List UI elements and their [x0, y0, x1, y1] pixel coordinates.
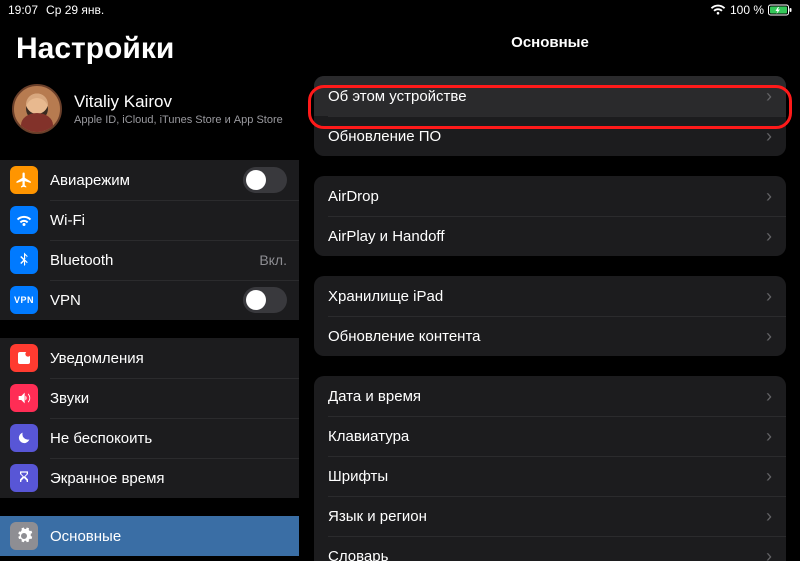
- screentime-label: Экранное время: [50, 470, 287, 487]
- moon-icon: [10, 424, 38, 452]
- sidebar-item-general[interactable]: Основные: [0, 516, 299, 556]
- row-background-refresh[interactable]: Обновление контента ›: [314, 316, 786, 356]
- keyboard-label: Клавиатура: [328, 428, 766, 445]
- airplane-toggle[interactable]: [243, 167, 287, 193]
- vpn-label: VPN: [50, 292, 231, 309]
- wifi-icon: [710, 4, 726, 16]
- airplane-label: Авиарежим: [50, 172, 231, 189]
- chevron-right-icon: ›: [766, 467, 772, 485]
- language-label: Язык и регион: [328, 508, 766, 525]
- chevron-right-icon: ›: [766, 87, 772, 105]
- chevron-right-icon: ›: [766, 127, 772, 145]
- general-label: Основные: [50, 528, 287, 545]
- sidebar-item-vpn[interactable]: VPN VPN: [0, 280, 299, 320]
- chevron-right-icon: ›: [766, 327, 772, 345]
- hourglass-icon: [10, 464, 38, 492]
- sidebar-item-notifications[interactable]: Уведомления: [0, 338, 299, 378]
- bluetooth-value: Вкл.: [259, 252, 287, 268]
- row-storage[interactable]: Хранилище iPad ›: [314, 276, 786, 316]
- apple-id-sub: Apple ID, iCloud, iTunes Store и App Sto…: [74, 114, 283, 126]
- status-date: Ср 29 янв.: [46, 3, 104, 17]
- row-keyboard[interactable]: Клавиатура ›: [314, 416, 786, 456]
- row-software-update[interactable]: Обновление ПО ›: [314, 116, 786, 156]
- apple-id-name: Vitaliy Kairov: [74, 92, 283, 112]
- bluetooth-label: Bluetooth: [50, 252, 247, 269]
- status-battery-percent: 100 %: [730, 3, 764, 17]
- bgrefresh-label: Обновление контента: [328, 328, 766, 345]
- row-airplay[interactable]: AirPlay и Handoff ›: [314, 216, 786, 256]
- chevron-right-icon: ›: [766, 187, 772, 205]
- sidebar-item-dnd[interactable]: Не беспокоить: [0, 418, 299, 458]
- row-about-device[interactable]: Об этом устройстве ›: [314, 76, 786, 116]
- bluetooth-icon: [10, 246, 38, 274]
- wifi-settings-icon: [10, 206, 38, 234]
- datetime-label: Дата и время: [328, 388, 766, 405]
- dnd-label: Не беспокоить: [50, 430, 287, 447]
- wifi-label: Wi-Fi: [50, 212, 275, 229]
- notifications-icon: [10, 344, 38, 372]
- notifications-label: Уведомления: [50, 350, 287, 367]
- airdrop-label: AirDrop: [328, 188, 766, 205]
- chevron-right-icon: ›: [766, 427, 772, 445]
- sounds-label: Звуки: [50, 390, 287, 407]
- chevron-right-icon: ›: [766, 547, 772, 561]
- gear-icon: [10, 522, 38, 550]
- sidebar-item-airplane[interactable]: Авиарежим: [0, 160, 299, 200]
- chevron-right-icon: ›: [766, 387, 772, 405]
- battery-icon: [768, 4, 792, 16]
- apple-id-row[interactable]: Vitaliy Kairov Apple ID, iCloud, iTunes …: [0, 76, 299, 142]
- settings-title: Настройки: [0, 20, 299, 76]
- chevron-right-icon: ›: [766, 507, 772, 525]
- about-label: Об этом устройстве: [328, 88, 766, 105]
- airplane-icon: [10, 166, 38, 194]
- page-title: Основные: [300, 20, 800, 64]
- row-datetime[interactable]: Дата и время ›: [314, 376, 786, 416]
- status-time: 19:07: [8, 3, 38, 17]
- vpn-icon: VPN: [10, 286, 38, 314]
- storage-label: Хранилище iPad: [328, 288, 766, 305]
- chevron-right-icon: ›: [766, 227, 772, 245]
- sidebar-item-wifi[interactable]: Wi-Fi: [0, 200, 299, 240]
- row-language[interactable]: Язык и регион ›: [314, 496, 786, 536]
- sounds-icon: [10, 384, 38, 412]
- fonts-label: Шрифты: [328, 468, 766, 485]
- avatar: [12, 84, 62, 134]
- chevron-right-icon: ›: [766, 287, 772, 305]
- sidebar-item-screentime[interactable]: Экранное время: [0, 458, 299, 498]
- row-fonts[interactable]: Шрифты ›: [314, 456, 786, 496]
- row-dictionary[interactable]: Словарь ›: [314, 536, 786, 561]
- row-airdrop[interactable]: AirDrop ›: [314, 176, 786, 216]
- sidebar-item-bluetooth[interactable]: Bluetooth Вкл.: [0, 240, 299, 280]
- dictionary-label: Словарь: [328, 548, 766, 561]
- airplay-label: AirPlay и Handoff: [328, 228, 766, 245]
- sidebar-item-sounds[interactable]: Звуки: [0, 378, 299, 418]
- vpn-toggle[interactable]: [243, 287, 287, 313]
- update-label: Обновление ПО: [328, 128, 766, 145]
